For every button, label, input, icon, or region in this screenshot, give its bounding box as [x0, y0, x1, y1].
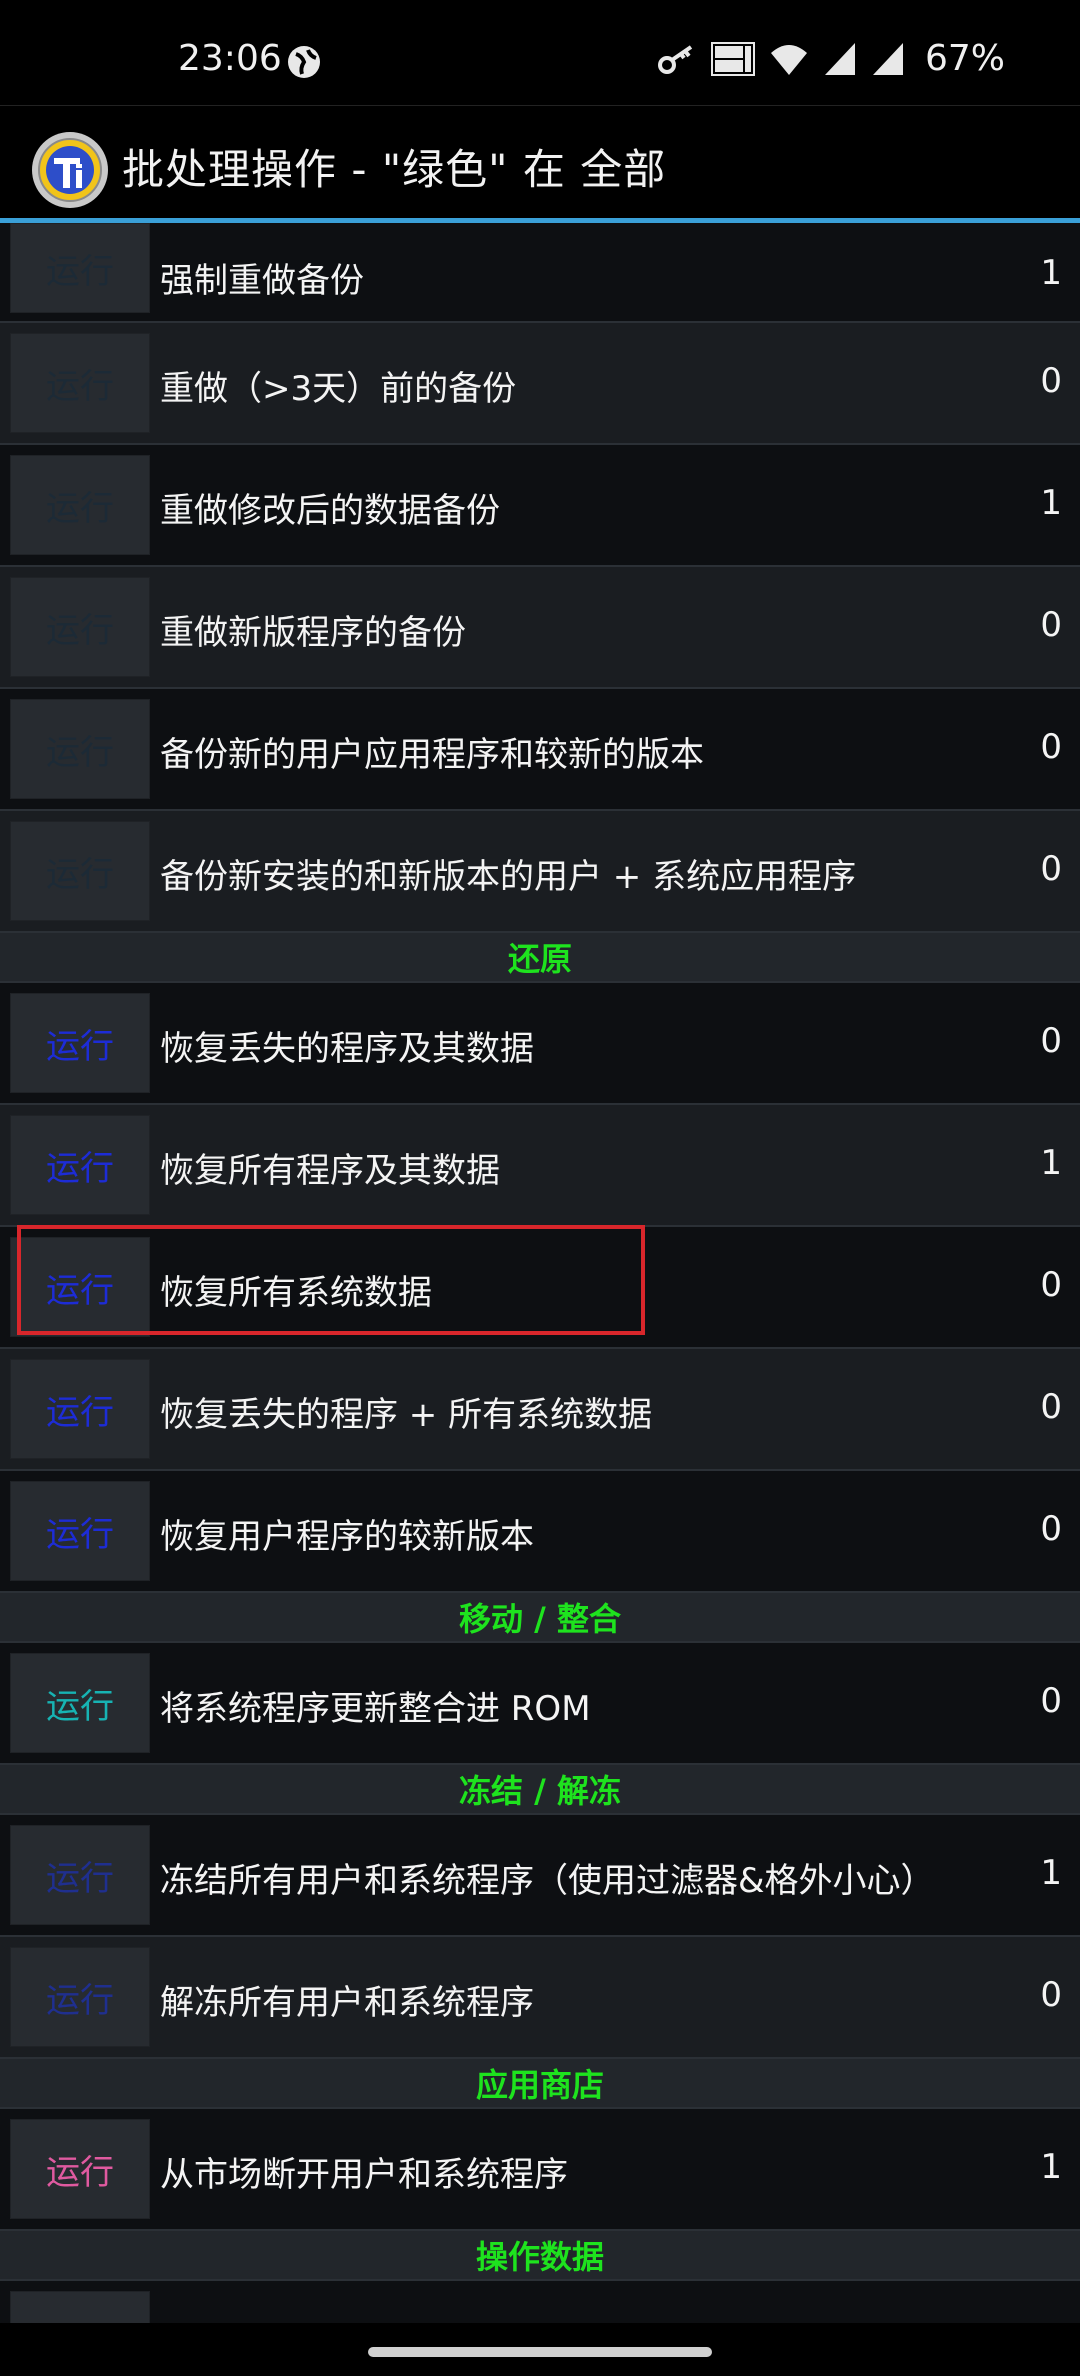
action-label: 强制重做备份	[160, 261, 364, 301]
globe-icon	[288, 46, 320, 78]
list-item: 运行 恢复丢失的程序及其数据 0	[0, 983, 1080, 1105]
list-item: 运行 解冻所有用户和系统程序 0	[0, 1937, 1080, 2059]
titanium-backup-logo	[32, 132, 108, 208]
action-label: 备份新安装的和新版本的用户 + 系统应用程序	[160, 857, 857, 897]
action-label: 恢复用户程序的较新版本	[160, 1517, 534, 1557]
run-button[interactable]: 运行	[10, 577, 150, 677]
list-item: 运行 重做（>3天）前的备份 0	[0, 323, 1080, 445]
run-button[interactable]: 运行	[10, 1825, 150, 1925]
status-time: 23:06	[178, 38, 282, 79]
section-header-store: 应用商店	[0, 2059, 1080, 2109]
run-button[interactable]: 运行	[10, 1481, 150, 1581]
action-label: 将系统程序更新整合进 ROM	[160, 1689, 591, 1729]
action-label: 备份新的用户应用程序和较新的版本	[160, 735, 704, 775]
list-item: 运行 恢复所有程序及其数据 1	[0, 1105, 1080, 1227]
list-item: 运行 恢复用户程序的较新版本 0	[0, 1471, 1080, 1593]
list-item: 运行 备份新的用户应用程序和较新的版本 0	[0, 689, 1080, 811]
run-button[interactable]: 运行	[10, 1947, 150, 2047]
action-count: 0	[1040, 1387, 1062, 1427]
app-bar: 批处理操作 - "绿色" 在 全部	[0, 105, 1080, 224]
action-count: 1	[1040, 2147, 1062, 2187]
action-count: 0	[1040, 727, 1062, 767]
list-item	[0, 2281, 1080, 2323]
run-button[interactable]: 运行	[10, 821, 150, 921]
action-label: 重做（>3天）前的备份	[160, 369, 517, 409]
action-count: 0	[1040, 1681, 1062, 1721]
list-item: 运行 恢复所有系统数据 0	[0, 1227, 1080, 1349]
batch-actions-list: 运行 强制重做备份 1 运行 重做（>3天）前的备份 0 运行 重做修改后的数据…	[0, 223, 1080, 2323]
section-header-restore: 还原	[0, 933, 1080, 983]
action-label: 重做新版程序的备份	[160, 613, 466, 653]
action-count: 0	[1040, 1509, 1062, 1549]
action-count: 0	[1040, 1021, 1062, 1061]
action-count: 1	[1040, 253, 1062, 293]
signal-icon	[824, 42, 855, 75]
list-item: 运行 冻结所有用户和系统程序（使用过滤器&格外小心） 1	[0, 1815, 1080, 1937]
action-label: 恢复所有程序及其数据	[160, 1151, 500, 1191]
action-count: 0	[1040, 605, 1062, 645]
section-header-move: 移动 / 整合	[0, 1593, 1080, 1643]
action-label: 重做修改后的数据备份	[160, 491, 500, 531]
signal-icon	[872, 42, 903, 75]
list-item: 运行 重做新版程序的备份 0	[0, 567, 1080, 689]
action-count: 1	[1040, 483, 1062, 523]
key-icon	[657, 44, 693, 74]
list-item: 运行 重做修改后的数据备份 1	[0, 445, 1080, 567]
list-item: 运行 强制重做备份 1	[0, 223, 1080, 323]
run-button[interactable]: 运行	[10, 699, 150, 799]
action-label: 恢复丢失的程序及其数据	[160, 1029, 534, 1069]
action-label: 冻结所有用户和系统程序（使用过滤器&格外小心）	[160, 1861, 935, 1901]
battery-percent: 67%	[924, 38, 1005, 79]
list-item: 运行 恢复丢失的程序 + 所有系统数据 0	[0, 1349, 1080, 1471]
list-item: 运行 将系统程序更新整合进 ROM 0	[0, 1643, 1080, 1765]
action-label: 从市场断开用户和系统程序	[160, 2155, 568, 2195]
run-button[interactable]: 运行	[10, 333, 150, 433]
action-count: 0	[1040, 361, 1062, 401]
run-button[interactable]: 运行	[10, 1359, 150, 1459]
action-label: 解冻所有用户和系统程序	[160, 1983, 534, 2023]
page-title: 批处理操作 - "绿色" 在 全部	[122, 145, 667, 194]
action-count: 0	[1040, 1265, 1062, 1305]
run-button[interactable]: 运行	[10, 1237, 150, 1337]
list-item: 运行 从市场断开用户和系统程序 1	[0, 2109, 1080, 2231]
section-header-freeze: 冻结 / 解冻	[0, 1765, 1080, 1815]
action-count: 1	[1040, 1143, 1062, 1183]
run-button[interactable]: 运行	[10, 1115, 150, 1215]
action-label: 恢复丢失的程序 + 所有系统数据	[160, 1395, 653, 1435]
action-label: 恢复所有系统数据	[160, 1273, 432, 1313]
run-button[interactable]	[10, 2291, 150, 2323]
section-header-data: 操作数据	[0, 2231, 1080, 2281]
home-gesture-handle[interactable]	[368, 2347, 712, 2357]
run-button[interactable]: 运行	[10, 455, 150, 555]
action-count: 0	[1040, 849, 1062, 889]
run-button[interactable]: 运行	[10, 993, 150, 1093]
run-button[interactable]: 运行	[10, 1653, 150, 1753]
run-button[interactable]: 运行	[10, 2119, 150, 2219]
action-count: 0	[1040, 1975, 1062, 2015]
volte-icon	[710, 41, 755, 76]
status-bar: 23:06 67%	[0, 0, 1080, 105]
list-item: 运行 备份新安装的和新版本的用户 + 系统应用程序 0	[0, 811, 1080, 933]
navigation-bar	[0, 2323, 1080, 2376]
run-button[interactable]: 运行	[10, 223, 150, 313]
action-count: 1	[1040, 1853, 1062, 1893]
status-icons: 67%	[657, 38, 1005, 79]
wifi-icon	[770, 44, 807, 75]
